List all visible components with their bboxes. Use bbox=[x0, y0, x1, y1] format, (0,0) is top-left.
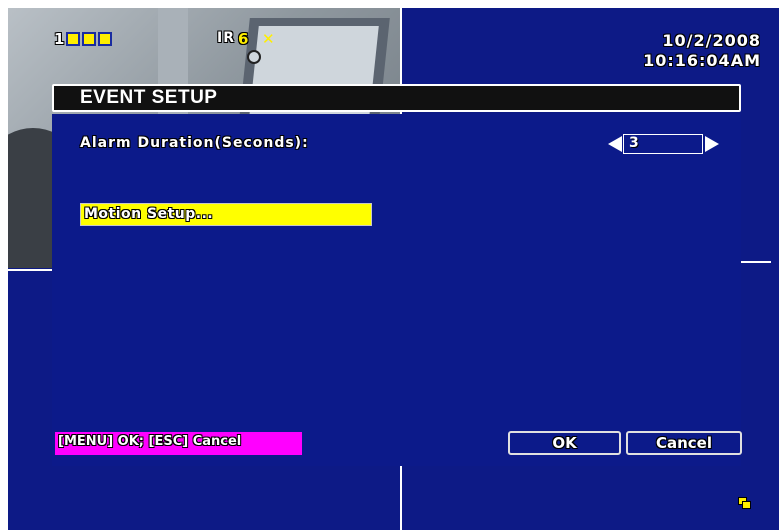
date-display: 10/2/2008 bbox=[662, 31, 761, 50]
hint-bar: [MENU] OK; [ESC] Cancel bbox=[55, 432, 302, 455]
clock-icon bbox=[247, 50, 261, 64]
mute-icon: ✕ bbox=[262, 30, 275, 48]
dialog-body bbox=[52, 114, 741, 466]
alarm-duration-value: 3 bbox=[629, 135, 639, 151]
ir-label: IR bbox=[217, 30, 235, 46]
quad-divider-horizontal-right bbox=[740, 261, 771, 263]
network-icon-part bbox=[742, 501, 751, 509]
dialog-title-bar: EVENT SETUP bbox=[52, 84, 741, 112]
motion-setup-button[interactable]: Motion Setup... bbox=[80, 203, 372, 226]
channel-number: 1 bbox=[54, 30, 66, 48]
time-display: 10:16:04AM bbox=[643, 51, 761, 70]
alarm-duration-label: Alarm Duration(Seconds): bbox=[80, 135, 309, 151]
network-icon bbox=[738, 497, 751, 509]
arrow-left-icon[interactable] bbox=[608, 136, 622, 152]
arrow-right-icon[interactable] bbox=[705, 136, 719, 152]
channel-status-icon bbox=[82, 32, 96, 46]
motion-setup-label: Motion Setup... bbox=[84, 206, 214, 222]
cancel-button[interactable]: Cancel bbox=[626, 431, 742, 455]
quad-divider-horizontal-left bbox=[8, 269, 58, 271]
channel-status-icon bbox=[98, 32, 112, 46]
hint-text: [MENU] OK; [ESC] Cancel bbox=[58, 434, 242, 449]
dialog-title: EVENT SETUP bbox=[80, 87, 218, 108]
ir-value: 6 bbox=[238, 30, 249, 48]
channel-status-icon bbox=[66, 32, 80, 46]
ok-button[interactable]: OK bbox=[508, 431, 621, 455]
alarm-duration-spinner[interactable]: 3 bbox=[608, 134, 720, 154]
